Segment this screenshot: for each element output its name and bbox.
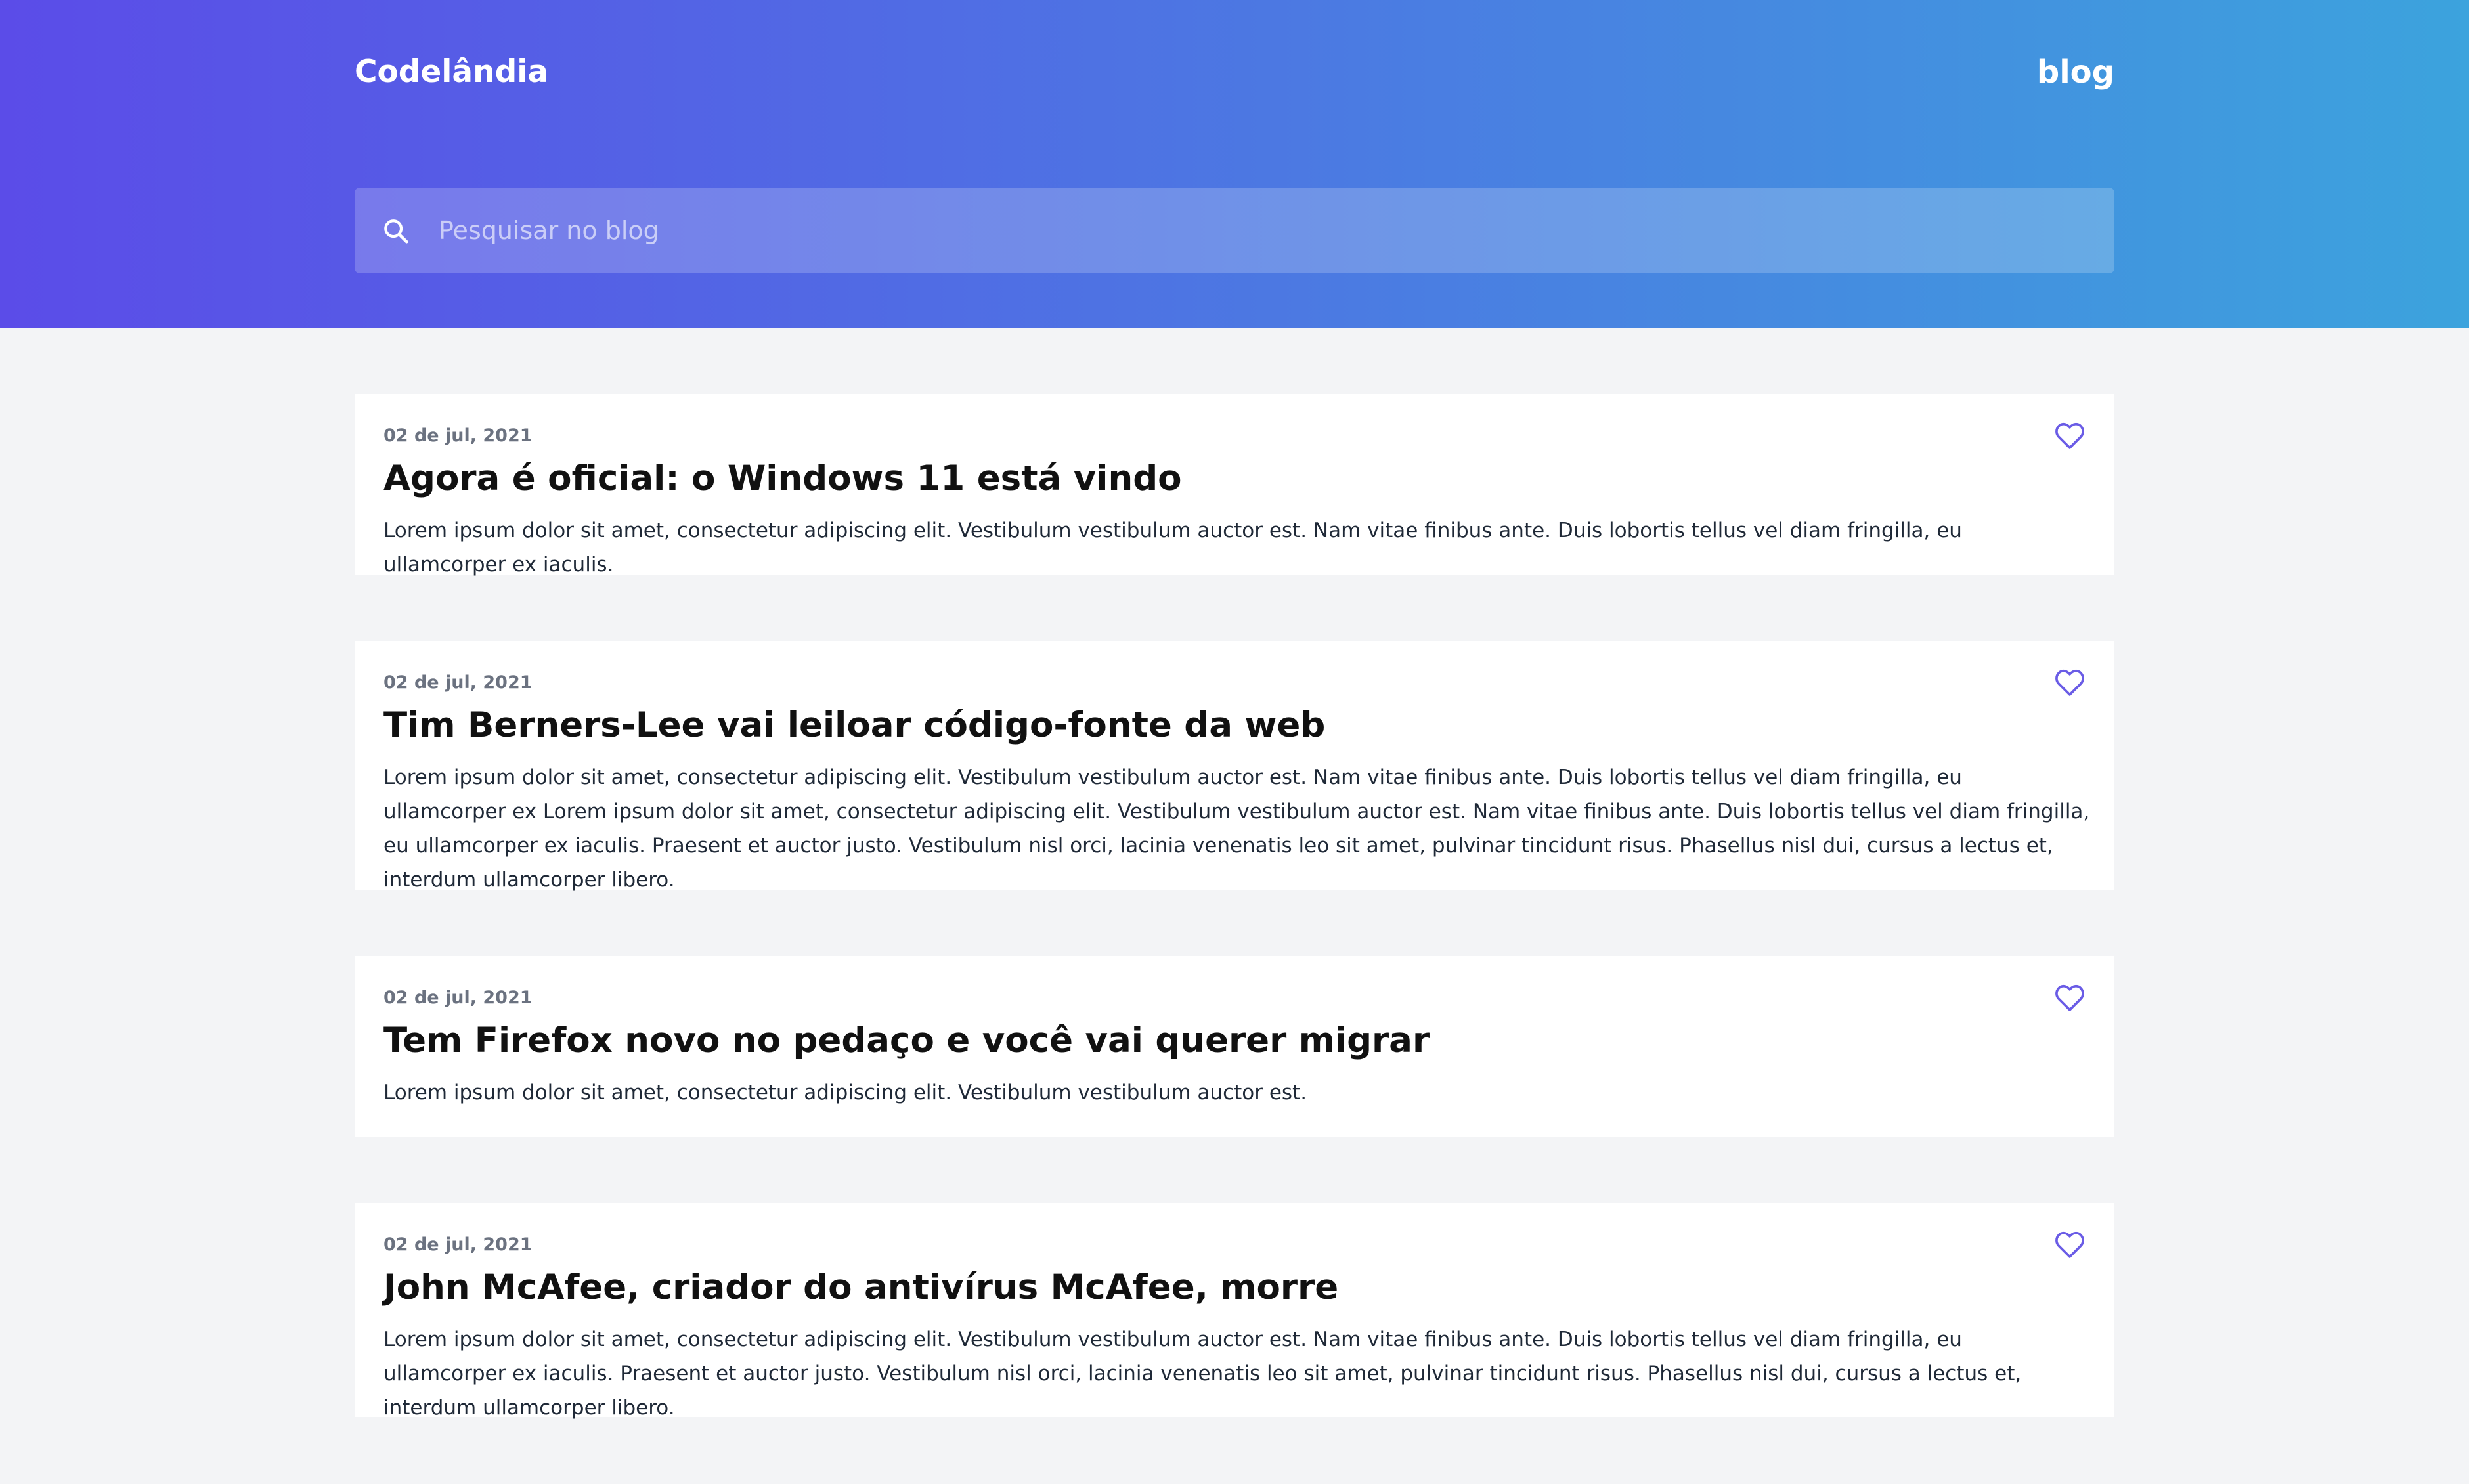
search-bar[interactable]	[355, 188, 2114, 273]
post-title[interactable]: John McAfee, criador do antivírus McAfee…	[383, 1267, 1338, 1307]
post-title[interactable]: Tem Firefox novo no pedaço e você vai qu…	[383, 1020, 1430, 1060]
post-date: 02 de jul, 2021	[383, 426, 533, 446]
post-date: 02 de jul, 2021	[383, 988, 533, 1008]
heart-outline-icon[interactable]	[2053, 981, 2087, 1015]
heart-outline-icon[interactable]	[2053, 666, 2087, 700]
post-card[interactable]: 02 de jul, 2021 John McAfee, criador do …	[355, 1203, 2114, 1420]
post-excerpt: Lorem ipsum dolor sit amet, consectetur …	[383, 1328, 2022, 1420]
post-card[interactable]: 02 de jul, 2021 Agora é oficial: o Windo…	[355, 394, 2114, 577]
nav-blog-link[interactable]: blog	[2037, 54, 2114, 91]
post-date: 02 de jul, 2021	[383, 1234, 533, 1255]
post-title[interactable]: Tim Berners-Lee vai leiloar código-fonte…	[383, 705, 1325, 745]
search-input[interactable]	[439, 188, 2080, 273]
post-card[interactable]: 02 de jul, 2021 Tem Firefox novo no peda…	[355, 956, 2114, 1137]
heart-outline-icon[interactable]	[2053, 419, 2087, 453]
page-header: Codelândia blog	[0, 0, 2469, 328]
heart-outline-icon[interactable]	[2053, 1228, 2087, 1262]
post-date: 02 de jul, 2021	[383, 672, 533, 693]
post-card[interactable]: 02 de jul, 2021 Tim Berners-Lee vai leil…	[355, 641, 2114, 892]
brand-logo[interactable]: Codelândia	[355, 54, 548, 90]
post-excerpt: Lorem ipsum dolor sit amet, consectetur …	[383, 519, 1962, 577]
post-title[interactable]: Agora é oficial: o Windows 11 está vindo	[383, 458, 1182, 498]
post-excerpt: Lorem ipsum dolor sit amet, consectetur …	[383, 766, 2090, 892]
search-icon	[384, 219, 408, 244]
post-excerpt: Lorem ipsum dolor sit amet, consectetur …	[383, 1081, 1307, 1104]
